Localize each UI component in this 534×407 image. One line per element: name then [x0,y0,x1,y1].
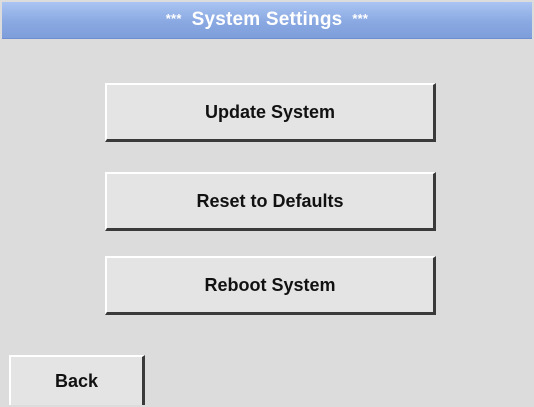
title-bar: *** System Settings *** [2,2,532,39]
reboot-system-button[interactable]: Reboot System [105,256,436,315]
page-title: *** System Settings *** [166,9,368,31]
update-system-button[interactable]: Update System [105,83,436,142]
title-label: System Settings [191,9,343,30]
title-decoration-left: *** [165,10,182,26]
back-button[interactable]: Back [9,355,145,405]
system-settings-screen: *** System Settings *** Update System Re… [0,0,534,407]
title-decoration-right: *** [352,10,369,26]
settings-panel: Update System Reset to Defaults Reboot S… [2,39,532,405]
reset-to-defaults-button[interactable]: Reset to Defaults [105,172,436,231]
